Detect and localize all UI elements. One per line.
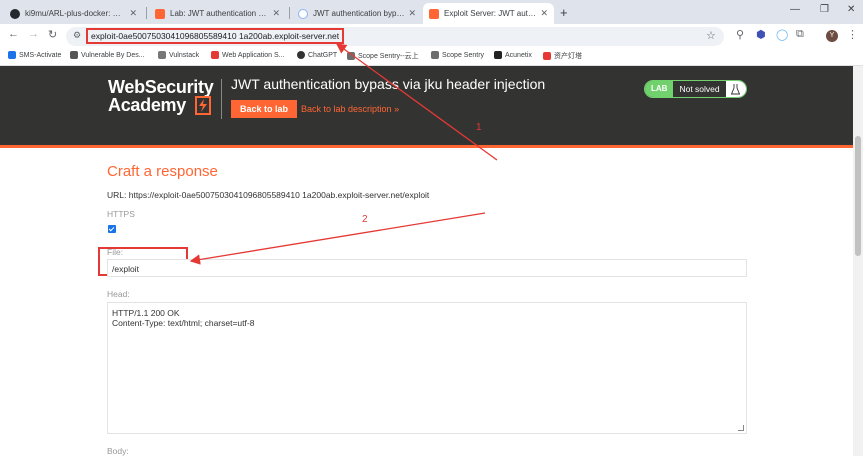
bookmark-label: SMS-Activate (19, 51, 62, 59)
bookmark-scope-sentry[interactable]: Scope Sentry (431, 51, 484, 59)
bookmark-scope-sentry-cloud[interactable]: Scope Sentry--云上 (347, 51, 419, 61)
bookmark-label: 资产灯塔 (554, 53, 582, 60)
site-info-icon[interactable]: ⚙ (73, 30, 81, 41)
page-title: Craft a response (107, 163, 218, 180)
minimize-icon[interactable]: — (790, 4, 800, 15)
double-chevron-icon: » (394, 104, 400, 114)
back-to-lab-button[interactable]: Back to lab (231, 100, 298, 118)
loading-icon (298, 8, 308, 19)
menu-kebab-icon[interactable]: ⋮ (847, 28, 858, 41)
bookmark-sms-activate[interactable]: SMS-Activate (8, 51, 61, 59)
bookmark-vulnstack[interactable]: Vulnstack (158, 51, 199, 59)
bookmark-label: ChatGPT (308, 51, 338, 59)
head-textarea[interactable]: HTTP/1.1 200 OK Content-Type: text/html;… (107, 302, 747, 434)
close-tab-icon[interactable]: ✕ (272, 8, 280, 19)
head-textarea-value: HTTP/1.1 200 OK Content-Type: text/html;… (112, 308, 255, 328)
bookmark-star-icon[interactable]: ☆ (706, 29, 716, 42)
file-path-input[interactable]: /exploit (107, 259, 747, 277)
bookmark-icon (8, 51, 16, 59)
tab-separator (146, 7, 147, 19)
url-text[interactable]: exploit-0ae5007503041096805589410 1a200a… (86, 28, 345, 44)
page-content: WebSecurity Academy JWT authentication b… (0, 66, 853, 456)
bookmark-icon (70, 51, 78, 59)
profile-avatar[interactable]: Y (826, 30, 838, 42)
tab-title: Lab: JWT authentication byp (170, 9, 269, 18)
lab-status-widget: LAB Not solved (644, 80, 747, 98)
back-to-description-link[interactable]: Back to lab description » (301, 104, 399, 114)
flask-icon (725, 81, 746, 97)
tab-title: Exploit Server: JWT authenti (444, 9, 537, 18)
lightning-bolt-icon (195, 96, 211, 115)
bookmark-label: Vulnstack (169, 51, 200, 59)
bookmark-label: Scope Sentry--云上 (358, 53, 419, 60)
back-arrow-icon[interactable]: ← (8, 28, 19, 40)
resize-handle-icon[interactable] (738, 425, 744, 431)
browser-toolbar: ← → ↻ ⚙ exploit-0ae500750304109680558941… (0, 24, 863, 48)
tab-github[interactable]: ki9mu/ARL-plus-docker: 基于 ✕ (4, 3, 143, 24)
maximize-icon[interactable]: ❐ (820, 4, 829, 15)
github-icon (10, 8, 20, 19)
forward-arrow-icon[interactable]: → (28, 28, 39, 40)
bookmark-icon (494, 51, 502, 59)
exploit-url-text: URL: https://exploit-0ae5007503041096805… (107, 190, 430, 200)
lab-title: JWT authentication bypass via jku header… (231, 76, 546, 92)
bookmark-asset-lighthouse[interactable]: 资产灯塔 (543, 51, 582, 61)
address-bar[interactable]: ⚙ exploit-0ae5007503041096805589410 1a20… (66, 27, 724, 46)
https-checkbox[interactable] (108, 225, 116, 233)
bookmark-icon (543, 52, 551, 60)
annotation-label-2: 2 (362, 214, 368, 225)
reload-icon[interactable]: ↻ (48, 28, 57, 41)
bookmark-chatgpt[interactable]: ChatGPT (297, 51, 337, 59)
page-scrollbar[interactable] (853, 66, 863, 456)
close-tab-icon[interactable]: ✕ (408, 8, 416, 19)
lab-badge: LAB (645, 81, 674, 97)
tab-title: JWT authentication bypass v (313, 9, 404, 18)
bookmark-label: Scope Sentry (442, 51, 485, 59)
tab-strip: ki9mu/ARL-plus-docker: 基于 ✕ Lab: JWT aut… (0, 0, 863, 24)
tab-title: ki9mu/ARL-plus-docker: 基于 (25, 9, 126, 18)
extension-hex-icon[interactable]: ⬢ (756, 28, 766, 41)
annotation-label-1: 1 (476, 122, 482, 133)
lab-status-text: Not solved (673, 81, 726, 97)
bookmarks-bar: SMS-Activate Vulnerable By Des... Vulnst… (0, 48, 863, 66)
https-label: HTTPS (107, 209, 135, 219)
portswigger-icon (155, 8, 165, 19)
tab-jwt-bypass[interactable]: JWT authentication bypass v ✕ (292, 3, 422, 24)
close-tab-icon[interactable]: ✕ (129, 8, 137, 19)
extensions-puzzle-icon[interactable]: ⧉ (796, 28, 804, 41)
bookmark-web-application[interactable]: Web Application S... (211, 51, 285, 59)
close-tab-icon[interactable]: ✕ (540, 8, 548, 19)
bookmark-label: Web Application S... (222, 51, 285, 59)
bookmark-icon (347, 52, 355, 60)
bookmark-label: Vulnerable By Des... (81, 51, 145, 59)
bookmark-icon (211, 51, 219, 59)
new-tab-icon[interactable]: + (560, 5, 568, 20)
bookmark-acunetix[interactable]: Acunetix (494, 51, 532, 59)
close-window-icon[interactable]: ✕ (847, 4, 855, 15)
header-divider (221, 79, 222, 119)
bookmark-vulnhub[interactable]: Vulnerable By Des... (70, 51, 145, 59)
bookmark-icon (431, 51, 439, 59)
head-label: Head: (107, 289, 130, 299)
bookmark-label: Acunetix (505, 51, 532, 59)
portswigger-icon (429, 8, 439, 19)
body-label: Body: (107, 446, 129, 456)
extension-circle-icon[interactable]: ◯ (776, 28, 788, 41)
scrollbar-thumb[interactable] (855, 136, 861, 256)
tab-separator (289, 7, 290, 19)
bookmark-icon (158, 51, 166, 59)
file-label: File: (107, 247, 124, 257)
logo-line-1: WebSecurity (108, 77, 214, 97)
tab-exploit-server[interactable]: Exploit Server: JWT authenti ✕ (423, 3, 554, 24)
tab-lab[interactable]: Lab: JWT authentication byp ✕ (149, 3, 286, 24)
extension-icon[interactable]: ⚲ (736, 28, 744, 41)
back-to-description-label: Back to lab description (301, 104, 392, 114)
lab-header: WebSecurity Academy JWT authentication b… (0, 66, 853, 148)
bookmark-icon (297, 51, 305, 59)
